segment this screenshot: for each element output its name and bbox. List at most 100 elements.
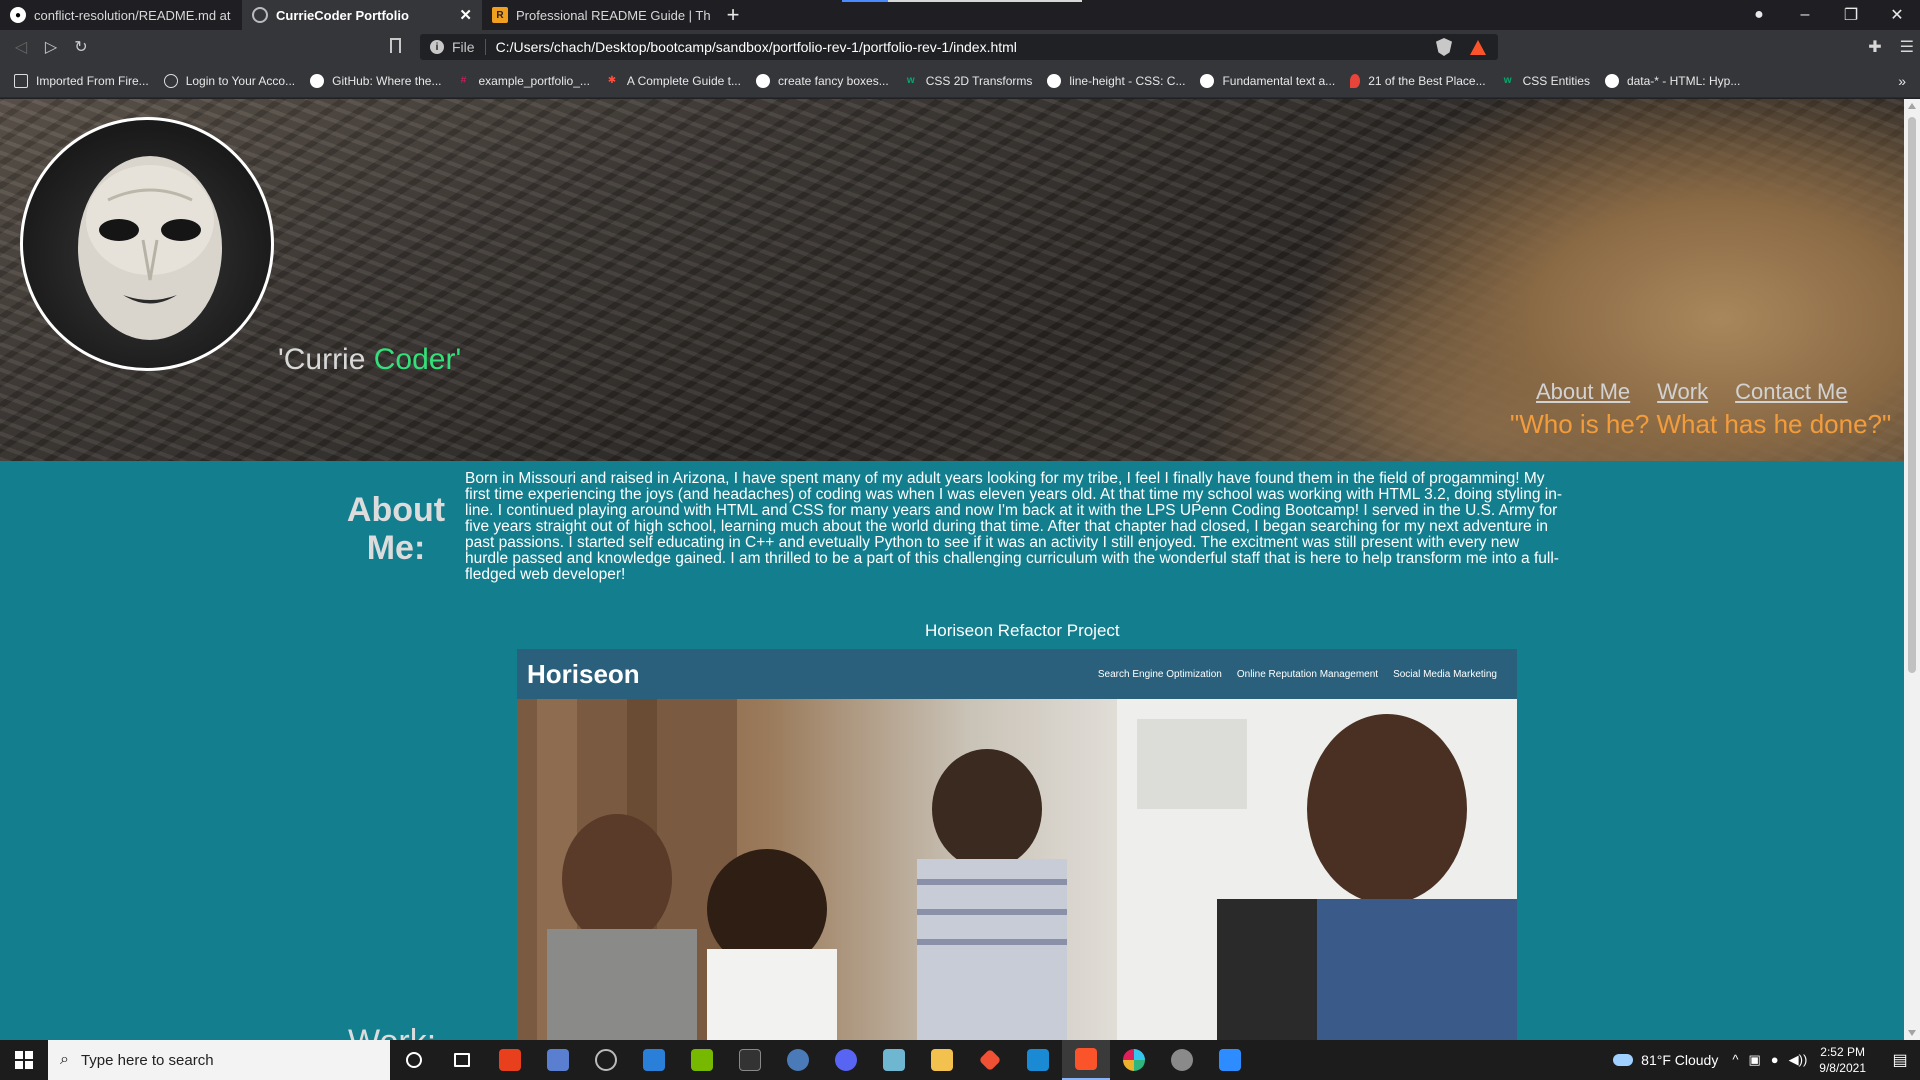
- tab-title: Professional README Guide | The Full: [516, 7, 710, 23]
- nav-work[interactable]: Work: [1657, 379, 1708, 405]
- nvidia-icon[interactable]: [678, 1040, 726, 1080]
- bookmark-item[interactable]: data-* - HTML: Hyp...: [1604, 73, 1741, 88]
- tab-readme-guide[interactable]: R Professional README Guide | The Full: [482, 0, 720, 30]
- steam-icon[interactable]: [774, 1040, 822, 1080]
- bookmark-page-icon[interactable]: [390, 38, 401, 53]
- bookmark-label: 21 of the Best Place...: [1368, 73, 1486, 88]
- bookmark-label: line-height - CSS: C...: [1069, 73, 1186, 88]
- windows-start-icon[interactable]: [0, 1040, 48, 1080]
- bookmark-item[interactable]: w CSS 2D Transforms: [904, 74, 1033, 88]
- w3-icon: w: [1503, 75, 1512, 86]
- bookmark-item[interactable]: 21 of the Best Place...: [1350, 73, 1486, 88]
- meet-now-icon[interactable]: ▣: [1748, 1052, 1760, 1068]
- restore-button[interactable]: ❐: [1828, 5, 1874, 25]
- scrollbar-thumb[interactable]: [1908, 117, 1916, 673]
- ableton-live-icon[interactable]: [726, 1040, 774, 1080]
- slack-taskbar-icon[interactable]: [1110, 1040, 1158, 1080]
- weather-text: 81°F Cloudy: [1641, 1052, 1719, 1068]
- address-bar[interactable]: i File C:/Users/chach/Desktop/bootcamp/s…: [420, 34, 1498, 60]
- site-nav: About Me Work Contact Me: [1536, 379, 1848, 405]
- bookmark-item[interactable]: line-height - CSS: C...: [1047, 73, 1186, 88]
- notepad-icon[interactable]: [870, 1040, 918, 1080]
- scroll-up-icon[interactable]: [1908, 103, 1916, 109]
- chevron-double-right-icon[interactable]: »: [1898, 73, 1906, 89]
- project-nav-item: Social Media Marketing: [1393, 668, 1497, 680]
- office-icon[interactable]: [486, 1040, 534, 1080]
- taskbar-search[interactable]: ⌕ Type here to search: [48, 1040, 390, 1080]
- brave-menu-icon[interactable]: ●: [1736, 6, 1782, 24]
- calculator-icon[interactable]: [534, 1040, 582, 1080]
- pin-icon: [1350, 73, 1361, 88]
- vscode-icon[interactable]: [1014, 1040, 1062, 1080]
- close-icon[interactable]: ✕: [459, 6, 472, 24]
- notification-center-icon[interactable]: ▤: [1880, 1050, 1920, 1070]
- tagline: "Who is he? What has he done?": [1510, 409, 1892, 439]
- menu-icon[interactable]: ☰: [1900, 37, 1914, 57]
- brave-browser-icon[interactable]: [1062, 1040, 1110, 1080]
- bookmark-item[interactable]: w CSS Entities: [1501, 74, 1590, 88]
- steam-alt-icon[interactable]: [582, 1040, 630, 1080]
- nav-about-me[interactable]: About Me: [1536, 379, 1630, 405]
- bookmark-item[interactable]: GitHub: Where the...: [310, 73, 442, 88]
- file-explorer-icon[interactable]: [918, 1040, 966, 1080]
- navigation-toolbar: ◁ ▷ ↻ i File C:/Users/chach/Desktop/boot…: [0, 30, 1920, 64]
- mail-icon[interactable]: [630, 1040, 678, 1080]
- bookmark-label: GitHub: Where the...: [332, 73, 442, 88]
- bookmark-label: Imported From Fire...: [36, 73, 149, 88]
- project-screenshot[interactable]: Horiseon Search Engine Optimization Onli…: [517, 649, 1517, 1040]
- star-icon: ✱: [607, 75, 617, 86]
- git-icon[interactable]: [966, 1040, 1014, 1080]
- mask-icon: [78, 156, 222, 340]
- task-view-icon[interactable]: [438, 1040, 486, 1080]
- bookmark-label: data-* - HTML: Hyp...: [1626, 73, 1741, 88]
- globe-icon: [163, 73, 178, 88]
- bookmark-item[interactable]: # example_portfolio_...: [457, 74, 590, 88]
- new-tab-button[interactable]: +: [720, 0, 746, 30]
- hero-banner: 'Currie Coder' About Me Work Contact Me …: [0, 99, 1904, 461]
- bookmark-item[interactable]: Imported From Fire...: [14, 73, 149, 88]
- reload-button[interactable]: ↻: [66, 37, 96, 57]
- back-button[interactable]: ◁: [6, 37, 36, 57]
- extensions-icon[interactable]: ✚: [1868, 37, 1881, 57]
- url-scheme: File: [452, 39, 486, 55]
- discord-icon[interactable]: [822, 1040, 870, 1080]
- brand-first: 'Currie: [278, 343, 366, 376]
- forward-button[interactable]: ▷: [36, 37, 66, 57]
- nav-contact-me[interactable]: Contact Me: [1735, 379, 1848, 405]
- github-desktop-icon[interactable]: [1158, 1040, 1206, 1080]
- minimize-button[interactable]: –: [1782, 6, 1828, 24]
- bookmark-item[interactable]: Fundamental text a...: [1200, 73, 1336, 88]
- work-heading: Work:: [348, 1023, 436, 1040]
- bookmark-item[interactable]: create fancy boxes...: [755, 73, 889, 88]
- project-title: Horiseon Refactor Project: [925, 621, 1120, 640]
- url-text[interactable]: C:/Users/chach/Desktop/bootcamp/sandbox/…: [496, 39, 1017, 55]
- bookmark-item[interactable]: ✱ A Complete Guide t...: [605, 74, 741, 88]
- github-icon: ●: [10, 7, 26, 23]
- github-icon: [310, 73, 325, 88]
- cloud-icon: [1613, 1054, 1634, 1066]
- clock[interactable]: 2:52 PM 9/8/2021: [1819, 1044, 1866, 1076]
- team-photo-illustration: [517, 699, 1517, 1040]
- cap-icon: [1200, 73, 1215, 88]
- brave-shield-icon[interactable]: [1436, 38, 1452, 56]
- page-scrollbar[interactable]: [1904, 99, 1920, 1040]
- chevron-up-icon[interactable]: ^: [1732, 1052, 1738, 1068]
- tab-curriecoder-portfolio[interactable]: CurrieCoder Portfolio ✕: [242, 0, 482, 30]
- tab-readme-conflict[interactable]: ● conflict-resolution/README.md at ma: [0, 0, 242, 30]
- cortana-icon[interactable]: [390, 1040, 438, 1080]
- bookmark-item[interactable]: Login to Your Acco...: [163, 73, 295, 88]
- scroll-down-icon[interactable]: [1908, 1030, 1916, 1036]
- info-icon[interactable]: i: [430, 40, 444, 54]
- bookmark-label: Fundamental text a...: [1222, 73, 1336, 88]
- bookmark-label: CSS 2D Transforms: [925, 73, 1033, 88]
- project-logo: Horiseon: [527, 658, 640, 689]
- volume-icon[interactable]: ◀)): [1789, 1052, 1808, 1068]
- bookmark-label: example_portfolio_...: [478, 73, 590, 88]
- close-window-button[interactable]: ✕: [1874, 5, 1920, 25]
- project-nav-item: Search Engine Optimization: [1097, 668, 1222, 680]
- zoom-icon[interactable]: [1206, 1040, 1254, 1080]
- microphone-icon[interactable]: ●: [1771, 1052, 1779, 1068]
- weather-widget[interactable]: 81°F Cloudy: [1613, 1052, 1718, 1068]
- brave-rewards-icon[interactable]: [1470, 39, 1486, 55]
- project-nav-item: Online Reputation Management: [1236, 668, 1379, 680]
